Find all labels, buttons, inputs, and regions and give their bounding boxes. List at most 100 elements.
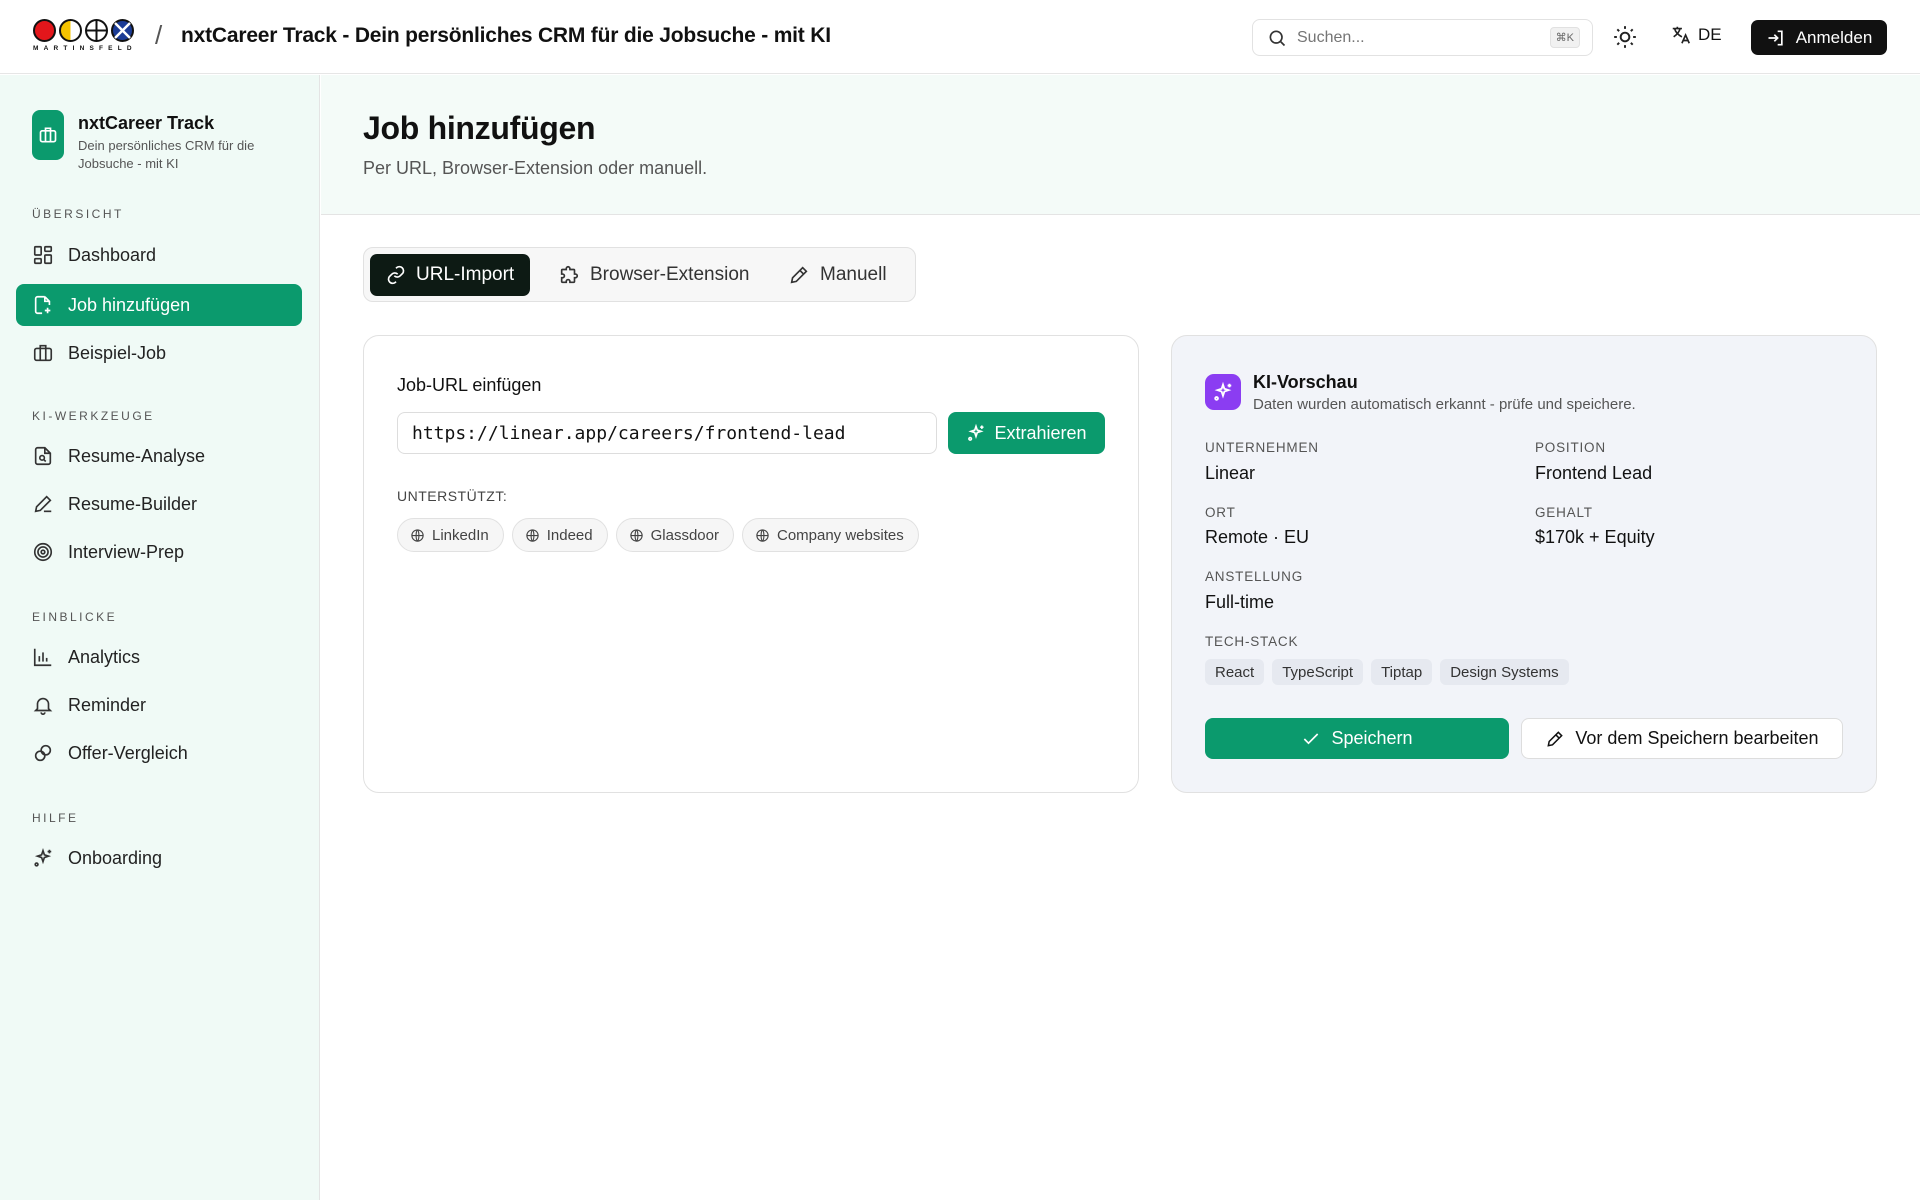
tab-manuell[interactable]: Manuell (772, 254, 903, 296)
sidebar-item-job-hinzufuegen[interactable]: Job hinzufügen (16, 284, 302, 326)
brand-icon-box (32, 110, 64, 160)
sidebar-item-interview-prep[interactable]: Interview-Prep (16, 531, 302, 573)
company-label: UNTERNEHMEN (1205, 440, 1319, 455)
import-method-tabs: URL-Import Browser-Extension Manuell (363, 247, 916, 302)
sidebar-item-label: Resume-Analyse (68, 445, 206, 466)
sidebar-item-label: Analytics (68, 646, 141, 667)
save-button[interactable]: Speichern (1205, 718, 1509, 759)
martinsfeld-logo[interactable]: MARTINSFELD (33, 19, 139, 55)
sun-icon (1614, 26, 1636, 48)
sidebar-item-dashboard[interactable]: Dashboard (16, 234, 302, 276)
brand-title: nxtCareer Track (78, 113, 215, 133)
file-search-icon (34, 446, 52, 466)
login-icon (1768, 30, 1783, 45)
sidebar-item-analytics[interactable]: Analytics (16, 636, 302, 678)
sparkles-icon (34, 848, 52, 867)
tab-label: Manuell (820, 264, 887, 285)
edit-before-save-button[interactable]: Vor dem Speichern bearbeiten (1521, 718, 1843, 759)
briefcase-icon (33, 344, 53, 362)
sidebar-item-label: Dashboard (68, 244, 157, 265)
sidebar-item-onboarding[interactable]: Onboarding (16, 837, 302, 879)
bell-icon (33, 697, 53, 715)
globe-icon (526, 528, 539, 542)
login-label: Anmelden (1795, 27, 1873, 47)
search-shortcut-badge: ⌘K (1549, 27, 1580, 48)
ai-preview-subtitle: Daten wurden automatisch erkannt - prüfe… (1253, 396, 1636, 413)
tab-url-import[interactable]: URL-Import (370, 254, 531, 296)
brand-subtitle: Dein persönliches CRM für die Jobsuche -… (78, 138, 255, 171)
search-icon (1269, 30, 1286, 46)
tab-browser-extension[interactable]: Browser-Extension (542, 254, 765, 296)
tech-tag: Tiptap (1371, 659, 1433, 685)
tech-stack-label: TECH-STACK (1205, 634, 1299, 649)
supported-site-chip: LinkedIn (397, 518, 504, 552)
app-title: nxtCareer Track - Dein persönliches CRM … (181, 24, 831, 47)
company-value: Linear (1205, 463, 1256, 483)
search-input[interactable] (1297, 28, 1517, 47)
sidebar: nxtCareer Track Dein persönliches CRM fü… (0, 75, 320, 1200)
url-import-card: Job-URL einfügen Extrahieren UNTERSTÜTZT… (363, 335, 1139, 793)
sidebar-item-label: Offer-Vergleich (68, 742, 188, 763)
sidebar-item-label: Reminder (68, 694, 147, 715)
briefcase-icon (39, 127, 57, 143)
supported-site-label: Indeed (546, 526, 593, 544)
globe-icon (411, 528, 424, 542)
edit-label: Vor dem Speichern bearbeiten (1575, 728, 1819, 748)
link-icon (387, 265, 405, 285)
section-label-einblicke: EINBLICKE (32, 610, 118, 624)
sidebar-item-label: Interview-Prep (68, 541, 185, 562)
sidebar-item-resume-builder[interactable]: Resume-Builder (16, 483, 302, 525)
compare-icon (34, 744, 52, 762)
language-label: DE (1698, 25, 1722, 44)
sidebar-item-label: Beispiel-Job (68, 342, 167, 363)
section-label-overview: ÜBERSICHT (32, 207, 124, 221)
supported-site-chip: Company websites (741, 518, 919, 552)
supported-label: UNTERSTÜTZT: (397, 488, 508, 504)
page-title: Job hinzufügen (363, 110, 596, 146)
logo-wordmark: MARTINSFELD (33, 45, 137, 52)
logo-yellow-circle (59, 19, 82, 42)
ai-preview-card: KI-Vorschau Daten wurden automatisch erk… (1171, 335, 1877, 793)
sidebar-item-resume-analyse[interactable]: Resume-Analyse (16, 435, 302, 477)
sidebar-item-label: Resume-Builder (68, 493, 198, 514)
save-label: Speichern (1331, 728, 1413, 748)
search-box[interactable]: ⌘K (1252, 19, 1593, 56)
file-plus-icon (34, 295, 51, 315)
salary-label: GEHALT (1535, 505, 1593, 520)
dashboard-icon (33, 245, 53, 265)
top-bar: MARTINSFELD / nxtCareer Track - Dein per… (0, 0, 1920, 74)
bar-chart-icon (33, 648, 52, 667)
pen-icon (34, 495, 52, 513)
position-label: POSITION (1535, 440, 1606, 455)
employment-label: ANSTELLUNG (1205, 569, 1304, 584)
pencil-icon (1547, 730, 1564, 747)
tab-label: Browser-Extension (590, 264, 750, 285)
sidebar-item-beispiel-job[interactable]: Beispiel-Job (16, 332, 302, 374)
sidebar-item-label: Onboarding (68, 847, 163, 868)
breadcrumb-separator: / (155, 20, 163, 50)
supported-sites-list: LinkedIn Indeed Glassdoor Company websit… (397, 518, 919, 552)
section-label-hilfe: HILFE (32, 811, 79, 825)
pencil-icon (790, 266, 808, 284)
globe-icon (629, 528, 643, 542)
sidebar-item-label: Job hinzufügen (68, 294, 191, 315)
login-button[interactable]: Anmelden (1751, 20, 1887, 55)
job-url-input[interactable] (397, 412, 937, 454)
check-icon (1304, 732, 1319, 744)
logo-blue-circle (111, 19, 134, 42)
tech-tag: Design Systems (1440, 659, 1569, 685)
extract-button[interactable]: Extrahieren (948, 412, 1105, 454)
sparkles-icon (1214, 381, 1232, 401)
sidebar-brand[interactable]: nxtCareer Track Dein persönliches CRM fü… (32, 110, 288, 173)
extract-label: Extrahieren (994, 422, 1087, 443)
sidebar-item-offer-vergleich[interactable]: Offer-Vergleich (16, 732, 302, 774)
tab-label: URL-Import (416, 264, 515, 285)
sparkles-icon (968, 423, 985, 441)
theme-toggle-button[interactable] (1612, 24, 1638, 50)
position-value: Frontend Lead (1535, 463, 1653, 483)
page-subtitle: Per URL, Browser-Extension oder manuell. (363, 158, 708, 178)
tech-stack-list: React TypeScript Tiptap Design Systems (1205, 659, 1569, 685)
language-switcher[interactable]: DE (1670, 24, 1722, 46)
sidebar-item-reminder[interactable]: Reminder (16, 684, 302, 726)
section-label-ki-werkzeuge: KI-WERKZEUGE (32, 409, 155, 423)
